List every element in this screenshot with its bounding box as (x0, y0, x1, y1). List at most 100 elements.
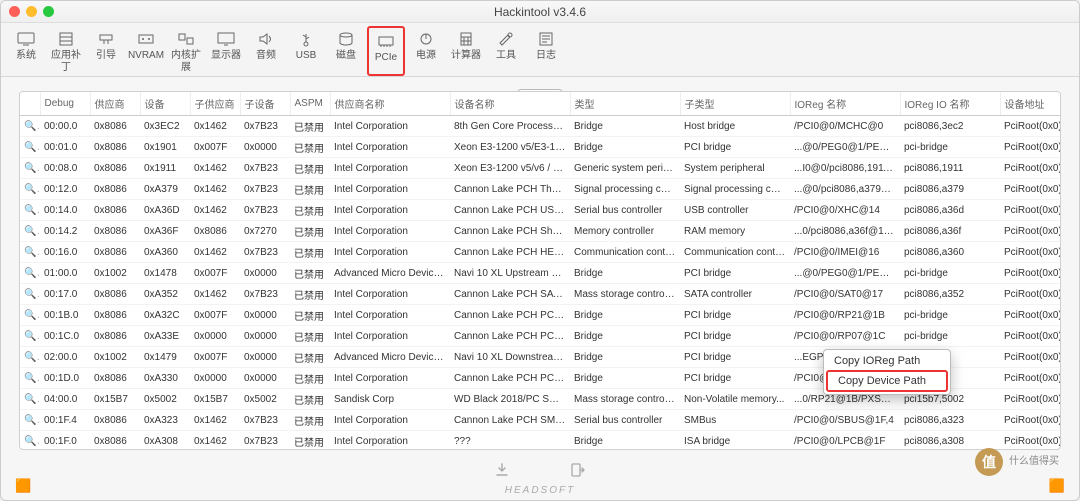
context-menu[interactable]: Copy IOReg PathCopy Device Path (823, 349, 951, 395)
toolbar-display[interactable]: 显示器 (207, 26, 245, 76)
magnifier-icon[interactable]: 🔍 (20, 221, 40, 242)
cell-addr: PciRoot(0x0)/Pci(0x1C... (1000, 326, 1061, 347)
cell-class: Mass storage controller (570, 389, 680, 410)
table-row[interactable]: 🔍00:1F.40x80860xA3230x14620x7B23已禁用Intel… (20, 410, 1061, 431)
close-icon[interactable] (9, 6, 20, 17)
ctx-copy-ioreg-path[interactable]: Copy IOReg Path (824, 352, 950, 370)
export-icon[interactable] (570, 462, 586, 478)
toolbar-patches[interactable]: 应用补丁 (47, 26, 85, 76)
cell-sub: PCI bridge (680, 368, 790, 389)
minimize-icon[interactable] (26, 6, 37, 17)
column-header[interactable] (20, 92, 40, 116)
magnifier-icon[interactable]: 🔍 (20, 410, 40, 431)
column-header[interactable]: 供应商 (90, 92, 140, 116)
cell-aspm: 已禁用 (290, 284, 330, 305)
magnifier-icon[interactable]: 🔍 (20, 347, 40, 368)
table-row[interactable]: 🔍00:1C.00x80860xA33E0x00000x0000已禁用Intel… (20, 326, 1061, 347)
cell-ioname: pci-bridge (900, 326, 1000, 347)
toolbar-pcie[interactable]: PCIe (367, 26, 405, 76)
pcie-icon (375, 32, 397, 50)
table-row[interactable]: 🔍00:14.00x80860xA36D0x14620x7B23已禁用Intel… (20, 200, 1061, 221)
cell-addr: PciRoot(0x0)/Pci(0x1D... (1000, 368, 1061, 389)
column-header[interactable]: ASPM (290, 92, 330, 116)
cell-vname: Intel Corporation (330, 305, 450, 326)
magnifier-icon[interactable]: 🔍 (20, 389, 40, 410)
magnifier-icon[interactable]: 🔍 (20, 305, 40, 326)
cell-debug: 00:08.0 (40, 158, 90, 179)
table-row[interactable]: 🔍01:00.00x10020x14780x007F0x0000已禁用Advan… (20, 263, 1061, 284)
log-icon (535, 30, 557, 48)
table-row[interactable]: 🔍00:1B.00x80860xA32C0x007F0x0000已禁用Intel… (20, 305, 1061, 326)
table-row[interactable]: 🔍00:14.20x80860xA36F0x80860x7270已禁用Intel… (20, 221, 1061, 242)
magnifier-icon[interactable]: 🔍 (20, 179, 40, 200)
magnifier-icon[interactable]: 🔍 (20, 284, 40, 305)
cell-sven: 0x007F (190, 263, 240, 284)
toolbar-audio[interactable]: 音频 (247, 26, 285, 76)
table-row[interactable]: 🔍00:12.00x80860xA3790x14620x7B23已禁用Intel… (20, 179, 1061, 200)
column-header[interactable]: IOReg 名称 (790, 92, 900, 116)
cell-dname: Cannon Lake PCH USB 3.1... (450, 200, 570, 221)
toolbar-kexts[interactable]: 内核扩展 (167, 26, 205, 76)
table-row[interactable]: 🔍00:01.00x80860x19010x007F0x0000已禁用Intel… (20, 137, 1061, 158)
toolbar-tools[interactable]: 工具 (487, 26, 525, 76)
column-header[interactable]: 设备名称 (450, 92, 570, 116)
table-row[interactable]: 🔍00:08.00x80860x19110x14620x7B23已禁用Intel… (20, 158, 1061, 179)
download-icon[interactable] (494, 462, 510, 478)
pcie-table-wrapper[interactable]: Debug供应商设备子供应商子设备ASPM供应商名称设备名称类型子类型IOReg… (19, 91, 1061, 450)
cell-addr: PciRoot(0x0)/Pci(0x1,... (1000, 263, 1061, 284)
table-row[interactable]: 🔍00:00.00x80860x3EC20x14620x7B23已禁用Intel… (20, 116, 1061, 137)
column-header[interactable]: 设备地址 (1000, 92, 1061, 116)
zoom-icon[interactable] (43, 6, 54, 17)
cell-aspm: 已禁用 (290, 179, 330, 200)
toolbar-boot[interactable]: 引导 (87, 26, 125, 76)
cell-sdev: 0x0000 (240, 263, 290, 284)
column-header[interactable]: 子类型 (680, 92, 790, 116)
cell-aspm: 已禁用 (290, 347, 330, 368)
toolbar-label: 工具 (496, 50, 516, 62)
magnifier-icon[interactable]: 🔍 (20, 137, 40, 158)
toolbar-calc[interactable]: 计算器 (447, 26, 485, 76)
magnifier-icon[interactable]: 🔍 (20, 158, 40, 179)
magnifier-icon[interactable]: 🔍 (20, 326, 40, 347)
toolbar-log[interactable]: 日志 (527, 26, 565, 76)
cell-aspm: 已禁用 (290, 410, 330, 431)
cell-aspm: 已禁用 (290, 431, 330, 451)
table-row[interactable]: 🔍00:16.00x80860xA3600x14620x7B23已禁用Intel… (20, 242, 1061, 263)
magnifier-icon[interactable]: 🔍 (20, 431, 40, 451)
cell-addr: PciRoot(0x0)/Pci(0x1,... (1000, 137, 1061, 158)
toolbar-label: 系统 (16, 50, 36, 62)
cell-class: Serial bus controller (570, 410, 680, 431)
cell-sub: PCI bridge (680, 326, 790, 347)
toolbar-power[interactable]: 电源 (407, 26, 445, 76)
magnifier-icon[interactable]: 🔍 (20, 116, 40, 137)
cell-dev: 0xA352 (140, 284, 190, 305)
cell-dname: Navi 10 XL Upstream Port o... (450, 263, 570, 284)
column-header[interactable]: IOReg IO 名称 (900, 92, 1000, 116)
cell-sub: System peripheral (680, 158, 790, 179)
magnifier-icon[interactable]: 🔍 (20, 263, 40, 284)
cell-ioreg: ...0/pci8086,a36f@14,2 (790, 221, 900, 242)
column-header[interactable]: 子供应商 (190, 92, 240, 116)
cell-dname: Navi 10 XL Downstream Por... (450, 347, 570, 368)
magnifier-icon[interactable]: 🔍 (20, 242, 40, 263)
toolbar-disk[interactable]: 磁盘 (327, 26, 365, 76)
cell-class: Signal processing con... (570, 179, 680, 200)
ctx-copy-device-path[interactable]: Copy Device Path (826, 370, 948, 392)
column-header[interactable]: 供应商名称 (330, 92, 450, 116)
cell-ven: 0x8086 (90, 305, 140, 326)
magnifier-icon[interactable]: 🔍 (20, 368, 40, 389)
column-header[interactable]: 子设备 (240, 92, 290, 116)
action-bar (1, 462, 1079, 478)
toolbar-nvram[interactable]: NVRAM (127, 26, 165, 76)
column-header[interactable]: 类型 (570, 92, 680, 116)
column-header[interactable]: Debug (40, 92, 90, 116)
table-row[interactable]: 🔍00:1F.00x80860xA3080x14620x7B23已禁用Intel… (20, 431, 1061, 451)
toolbar-usb[interactable]: USB (287, 26, 325, 76)
column-header[interactable]: 设备 (140, 92, 190, 116)
table-row[interactable]: 🔍00:17.00x80860xA3520x14620x7B23已禁用Intel… (20, 284, 1061, 305)
toolbar-system[interactable]: 系统 (7, 26, 45, 76)
cell-sven: 0x15B7 (190, 389, 240, 410)
cell-ven: 0x8086 (90, 158, 140, 179)
cell-debug: 00:1F.4 (40, 410, 90, 431)
magnifier-icon[interactable]: 🔍 (20, 200, 40, 221)
